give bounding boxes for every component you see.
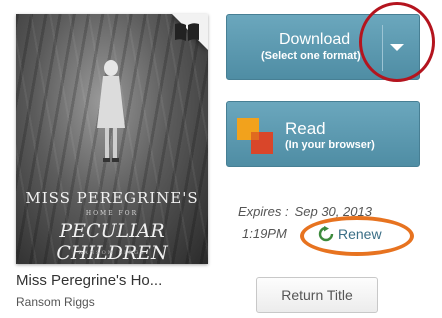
cover-figure-image [97,60,125,162]
open-book-icon [175,23,199,41]
book-cover[interactable]: MISS PEREGRINE'S HOME FOR PECULIAR CHILD… [16,14,208,264]
cover-title-line2: HOME FOR [85,210,139,217]
read-sublabel: (In your browser) [285,139,375,151]
cover-byline: RANSOM RIGGS [78,250,146,256]
return-title-button[interactable]: Return Title [256,277,378,313]
highlight-circle-orange [300,216,414,256]
highlight-circle-red [359,2,435,82]
cover-title-line1: MISS PEREGRINE'S [25,189,199,207]
book-title[interactable]: Miss Peregrine's Ho... [16,272,216,289]
read-browser-icon [237,118,273,154]
download-sublabel: (Select one format) [261,50,361,62]
read-button[interactable]: Read (In your browser) [226,101,420,167]
book-author[interactable]: Ransom Riggs [16,295,216,309]
expires-time: 1:19PM [242,226,287,241]
download-label: Download [279,31,351,48]
cover-title-line3: PECULIAR CHILDREN [56,220,168,264]
read-label: Read [285,119,326,138]
expires-label: Expires : [238,204,289,219]
